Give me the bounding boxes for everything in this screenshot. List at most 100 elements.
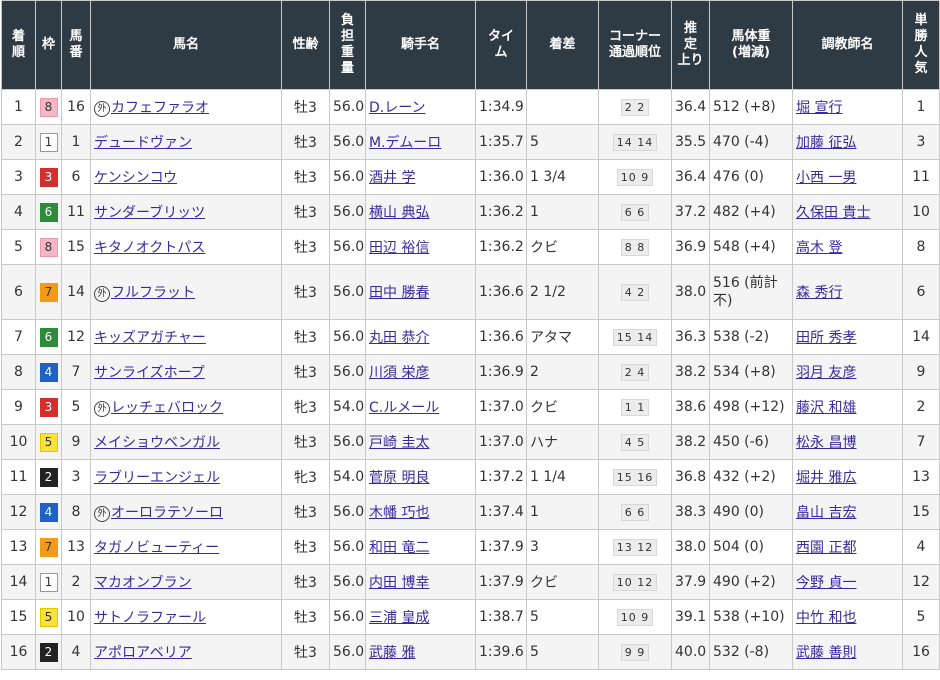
horse-name-link[interactable]: ケンシンコウ [94, 170, 177, 186]
jockey-cell: 戸崎 圭太 [365, 424, 476, 460]
trainer-name-link[interactable]: 堀 宣行 [796, 100, 842, 116]
horse-name-link[interactable]: タガノビューティー [94, 540, 219, 556]
last3f-cell: 36.4 [671, 89, 710, 125]
trainer-name-link[interactable]: 田所 秀孝 [796, 330, 856, 346]
bodyweight-cell: 512 (+8) [709, 89, 793, 125]
corner-positions: 10 12 [612, 573, 658, 591]
bodyweight-cell: 534 (+8) [709, 354, 793, 390]
trainer-cell: 西園 正都 [792, 529, 903, 565]
header-horse: 馬名 [90, 0, 282, 90]
horse-name-link[interactable]: デュードヴァン [94, 135, 192, 151]
header-row: 着順 枠 馬番 馬名 性齢 負担重量 騎手名 タイム 着差 コーナー 通過順位 推… [1, 0, 940, 90]
last3f-cell: 36.9 [671, 229, 710, 265]
margin-cell: アタマ [526, 319, 599, 355]
weight-cell: 56.0 [329, 89, 366, 125]
sex-age-cell: 牝3 [281, 389, 330, 425]
gate-badge: 6 [39, 202, 58, 222]
trainer-name-link[interactable]: 加藤 征弘 [796, 135, 856, 151]
finish-cell: 3 [1, 159, 36, 195]
table-row: 15 5 10 サトノラファール 牡3 56.0 三浦 皇成 1:38.7 5 10 9 39.1 5… [1, 599, 940, 635]
foreign-mark-icon: 外 [94, 101, 110, 117]
bodyweight-cell: 490 (0) [709, 494, 793, 530]
trainer-name-link[interactable]: 森 秀行 [796, 285, 842, 301]
jockey-name-link[interactable]: 内田 博幸 [369, 575, 429, 591]
gate-cell: 3 [35, 389, 62, 425]
popularity-cell: 3 [902, 124, 940, 160]
trainer-name-link[interactable]: 藤沢 和雄 [796, 400, 856, 416]
margin-cell: 2 [526, 354, 599, 390]
trainer-name-link[interactable]: 西園 正都 [796, 540, 856, 556]
table-row: 10 5 9 メイショウベンガル 牡3 56.0 戸崎 圭太 1:37.0 ハナ 4 5 38.2 4… [1, 424, 940, 460]
trainer-name-link[interactable]: 今野 貞一 [796, 575, 856, 591]
horse-number-cell: 16 [61, 89, 91, 125]
trainer-name-link[interactable]: 小西 一男 [796, 170, 856, 186]
jockey-name-link[interactable]: 丸田 恭介 [369, 330, 429, 346]
jockey-name-link[interactable]: 武藤 雅 [369, 645, 415, 661]
bodyweight-cell: 516 (前計不) [709, 264, 793, 320]
jockey-name-link[interactable]: 横山 典弘 [369, 205, 429, 221]
trainer-name-link[interactable]: 武藤 善則 [796, 645, 856, 661]
table-row: 1 8 16 外カフェファラオ 牡3 56.0 D.レーン 1:34.9 2 2 36.4 512 … [1, 89, 940, 125]
trainer-name-link[interactable]: 久保田 貴士 [796, 205, 870, 221]
popularity-cell: 14 [902, 319, 940, 355]
trainer-cell: 武藤 善則 [792, 634, 903, 670]
horse-name-link[interactable]: マカオンブラン [94, 575, 192, 591]
horse-name-link[interactable]: ラブリーエンジェル [94, 470, 220, 486]
gate-badge: 4 [39, 362, 58, 382]
horse-number-cell: 1 [61, 124, 91, 160]
horse-name-link[interactable]: カフェファラオ [111, 100, 209, 116]
jockey-name-link[interactable]: 戸崎 圭太 [369, 435, 429, 451]
jockey-name-link[interactable]: 菅原 明良 [369, 470, 429, 486]
jockey-name-link[interactable]: 木幡 巧也 [369, 505, 429, 521]
horse-number-cell: 15 [61, 229, 91, 265]
trainer-name-link[interactable]: 畠山 吉宏 [796, 505, 856, 521]
popularity-cell: 15 [902, 494, 940, 530]
horse-number-cell: 11 [61, 194, 91, 230]
popularity-cell: 13 [902, 459, 940, 495]
jockey-name-link[interactable]: 田辺 裕信 [369, 240, 429, 256]
horse-name-link[interactable]: フルフラット [111, 285, 195, 301]
gate-cell: 1 [35, 564, 62, 600]
gate-cell: 8 [35, 229, 62, 265]
horse-name-link[interactable]: キッズアガチャー [94, 330, 206, 346]
trainer-name-link[interactable]: 堀井 雅広 [796, 470, 856, 486]
trainer-name-link[interactable]: 松永 昌博 [796, 435, 856, 451]
horse-number-cell: 2 [61, 564, 91, 600]
horse-name-link[interactable]: オーロラテソーロ [111, 505, 223, 521]
gate-cell: 5 [35, 424, 62, 460]
header-margin: 着差 [526, 0, 599, 90]
last3f-cell: 36.3 [671, 319, 710, 355]
jockey-name-link[interactable]: C.ルメール [369, 400, 439, 416]
horse-name-link[interactable]: レッチェバロック [111, 400, 223, 416]
gate-badge: 8 [39, 97, 58, 117]
foreign-mark-icon: 外 [94, 401, 110, 417]
jockey-name-link[interactable]: 酒井 学 [369, 170, 415, 186]
jockey-name-link[interactable]: M.デムーロ [369, 135, 441, 151]
jockey-name-link[interactable]: 川須 栄彦 [369, 365, 429, 381]
corner-positions: 13 12 [612, 538, 658, 556]
jockey-name-link[interactable]: 田中 勝春 [369, 285, 429, 301]
bodyweight-cell: 532 (-8) [709, 634, 793, 670]
horse-name-link[interactable]: キタノオクトパス [94, 240, 205, 256]
jockey-name-link[interactable]: D.レーン [369, 100, 426, 116]
horse-name-link[interactable]: アポロアベリア [94, 645, 192, 661]
trainer-name-link[interactable]: 高木 登 [796, 240, 842, 256]
weight-cell: 56.0 [329, 424, 366, 460]
horse-name-link[interactable]: サトノラファール [94, 610, 206, 626]
corner-cell: 6 6 [598, 194, 672, 230]
finish-cell: 9 [1, 389, 36, 425]
horse-name-link[interactable]: サンライズホープ [94, 365, 205, 381]
gate-badge: 7 [39, 537, 58, 557]
jockey-name-link[interactable]: 和田 竜二 [369, 540, 429, 556]
weight-cell: 56.0 [329, 494, 366, 530]
margin-cell: 5 [526, 634, 599, 670]
gate-cell: 6 [35, 319, 62, 355]
finish-cell: 2 [1, 124, 36, 160]
trainer-name-link[interactable]: 中竹 和也 [796, 610, 856, 626]
jockey-name-link[interactable]: 三浦 皇成 [369, 610, 429, 626]
horse-name-link[interactable]: メイショウベンガル [94, 435, 220, 451]
trainer-name-link[interactable]: 羽月 友彦 [796, 365, 856, 381]
corner-positions: 2 4 [620, 363, 650, 381]
last3f-cell: 38.2 [671, 424, 710, 460]
horse-name-link[interactable]: サンダーブリッツ [94, 205, 205, 221]
